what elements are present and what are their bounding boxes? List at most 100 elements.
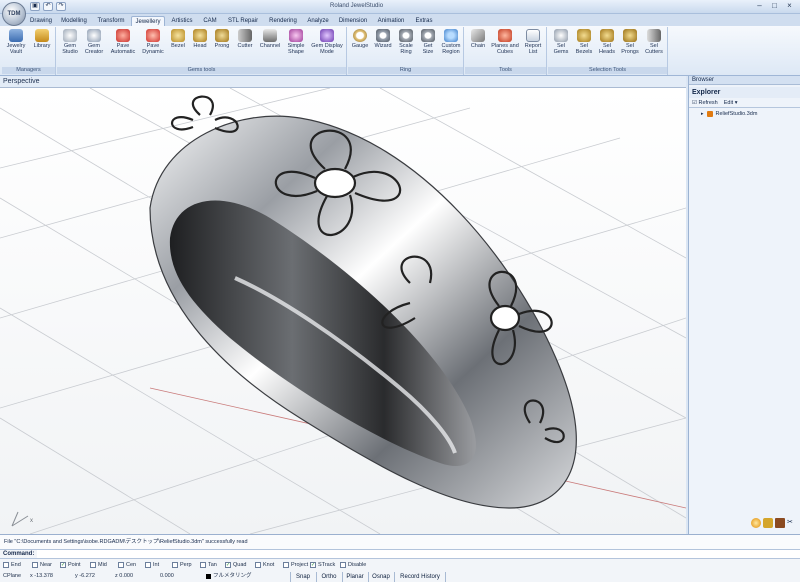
osnap-tan[interactable]: Tan [200,561,217,569]
close-icon[interactable]: × [782,1,797,12]
osnap-disable[interactable]: Disable [340,561,366,569]
checkbox[interactable]: ✓ [310,561,316,568]
tab-analyze[interactable]: Analyze [304,16,332,26]
palette-icon[interactable] [763,518,773,528]
minimize-icon[interactable]: – [752,1,767,12]
tab-modelling[interactable]: Modelling [58,16,90,26]
report-list-button[interactable]: Report List [521,29,545,55]
gem-display-mode-button[interactable]: Gem Display Mode [309,29,345,55]
head-button[interactable]: Head [190,29,210,49]
osnap-knot[interactable]: Knot [255,561,274,569]
status-layer[interactable]: フルメタリング [206,572,252,581]
tab-animation[interactable]: Animation [374,16,408,26]
gem-studio-button[interactable]: Gem Studio [59,29,81,55]
snap-button[interactable]: Snap [290,572,315,582]
osnap-label: Perp [180,562,192,568]
tools-icon[interactable]: ✂ [787,518,797,528]
command-input[interactable] [37,550,800,558]
simple-shape-button[interactable]: Simple Shape [285,29,307,55]
checkbox[interactable] [118,561,124,568]
viewport-title[interactable]: Perspective [0,76,686,88]
custom-region-button[interactable]: Custom Region [440,29,462,55]
osnap-point[interactable]: ✓ Point [60,561,81,569]
osnap-strack[interactable]: ✓ STrack [310,561,335,569]
app-logo: TDM [7,11,21,17]
undo-icon[interactable]: ↶ [43,2,53,11]
tab-stl-repair[interactable]: STL Repair [224,16,262,26]
tab-artistics[interactable]: Artistics [168,16,196,26]
osnap-end[interactable]: End [3,561,21,569]
checkbox[interactable] [32,561,38,568]
tab-rendering[interactable]: Rendering [266,16,300,26]
sel-gems-button[interactable]: Sel Gems [550,29,572,55]
app-menu-button[interactable]: TDM [2,2,26,26]
chain-button[interactable]: Chain [467,29,489,49]
redo-icon[interactable]: ↷ [56,2,66,11]
group-tools: Chain Planes and Cubes Report List Tools [465,27,547,75]
osnap-button[interactable]: Osnap [368,572,393,582]
group-gems-tools: Gem Studio Gem Creator Pave Automatic Pa… [57,27,347,75]
checkbox[interactable]: ✓ [225,561,231,568]
tab-cam[interactable]: CAM [200,16,220,26]
gem-sphere-icon[interactable] [751,518,761,528]
tree-item-file[interactable]: ▸ ReliefStudio.3dm [689,108,800,117]
gauge-button[interactable]: Gauge [350,29,370,49]
get-size-button[interactable]: Get Size [418,29,438,55]
gem-creator-button[interactable]: Gem Creator [82,29,106,55]
osnap-perp[interactable]: Perp [172,561,192,569]
checkbox[interactable] [90,561,96,568]
osnap-near[interactable]: Near [32,561,52,569]
edit-menu[interactable]: Edit ▾ [724,100,738,106]
jewelry-vault-button[interactable]: Jewelry Vault [4,29,28,55]
checkbox[interactable] [3,561,9,568]
bezel-icon [171,29,185,42]
tab-transform[interactable]: Transform [94,16,128,26]
sel-cutters-button[interactable]: Sel Cutters [642,29,666,55]
osnap-cen[interactable]: Cen [118,561,136,569]
osnap-mid[interactable]: Mid [90,561,107,569]
checkbox[interactable] [283,561,289,568]
osnap-label: Disable [348,562,367,568]
checkbox[interactable] [200,561,206,568]
group-label: Gems tools [57,67,346,74]
viewport-canvas[interactable]: x [0,88,686,534]
osnap-int[interactable]: Int [145,561,159,569]
tab-extras[interactable]: Extras [412,16,436,26]
planar-button[interactable]: Planar [342,572,367,582]
tab-dimension[interactable]: Dimension [336,16,370,26]
pave-dynamic-button[interactable]: Pave Dynamic [140,29,166,55]
osnap-project[interactable]: Project [283,561,308,569]
pave-automatic-button[interactable]: Pave Automatic [108,29,138,55]
checkbox[interactable] [172,561,178,568]
ortho-button[interactable]: Ortho [316,572,341,582]
ribbon-tabs: Drawing Modelling Transform Jewellery Ar… [0,14,800,26]
save-icon[interactable]: ▣ [30,2,40,11]
group-selection-tools: Sel Gems Sel Bezels Sel Heads Sel Prongs… [548,27,668,75]
sel-bezels-button[interactable]: Sel Bezels [573,29,595,55]
checkbox[interactable] [255,561,261,568]
tab-drawing[interactable]: Drawing [28,16,54,26]
command-history: File "C:\Documents and Settings\isobe.RD… [0,535,800,549]
refresh-button[interactable]: ☑ Refresh [692,100,718,106]
planes-and-cubes-button[interactable]: Planes and Cubes [491,29,519,55]
checkbox[interactable]: ✓ [60,561,66,568]
viewport-perspective[interactable]: x [0,88,686,534]
osnap-quad[interactable]: ✓ Quad [225,561,246,569]
maximize-icon[interactable]: □ [767,1,782,12]
tab-jewellery[interactable]: Jewellery [131,16,165,26]
bezel-button[interactable]: Bezel [168,29,188,49]
checkbox[interactable] [145,561,151,568]
book-icon[interactable] [775,518,785,528]
scale-ring-button[interactable]: Scale Ring [396,29,416,55]
record-history-button[interactable]: Record History [394,572,446,582]
expand-icon[interactable]: ▸ [701,111,704,117]
sel-prongs-icon [623,29,637,42]
wizard-button[interactable]: Wizard [372,29,394,49]
library-button[interactable]: Library [30,29,54,49]
sel-heads-button[interactable]: Sel Heads [596,29,618,55]
sel-prongs-button[interactable]: Sel Prongs [619,29,641,55]
prong-button[interactable]: Prong [212,29,232,49]
cutter-button[interactable]: Cutter [234,29,256,49]
checkbox[interactable] [340,561,346,568]
channel-button[interactable]: Channel [257,29,283,49]
